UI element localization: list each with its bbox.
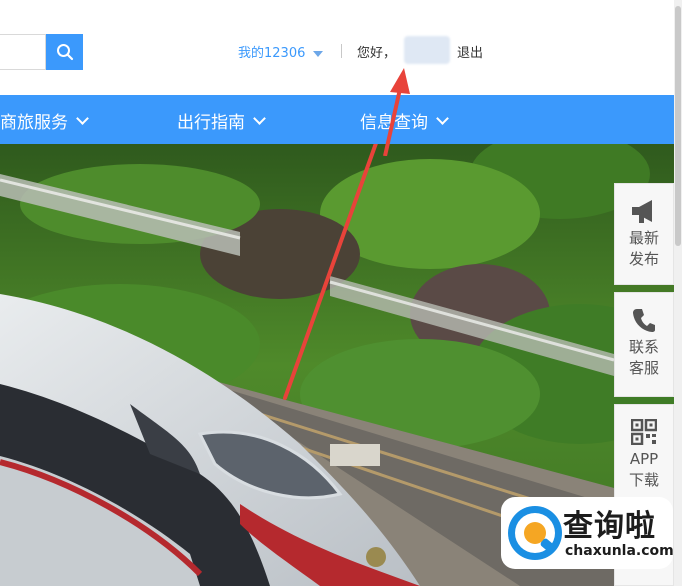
sidebar-news-line2: 发布 [628, 250, 659, 268]
sidebar-news-line1: 最新 [628, 229, 659, 247]
sidebar-app-line1: APP [629, 450, 659, 468]
chevron-down-icon [313, 50, 324, 57]
watermark-title: 查询啦 [563, 509, 656, 544]
greeting-text: 您好， [357, 46, 397, 61]
nav-item-label: 出行指南 [177, 113, 245, 133]
search-icon [56, 44, 73, 61]
search-button[interactable] [46, 34, 83, 70]
qr-code-icon [631, 419, 657, 445]
nav-item-business-travel[interactable]: 商旅服务 [0, 108, 89, 133]
annotation-arrow-head [383, 68, 410, 156]
watermark: 查询啦 chaxunla.com [501, 497, 674, 569]
chaxunla-logo-icon [508, 506, 562, 560]
sidebar-item-contact[interactable]: 联系 客服 [614, 292, 674, 397]
my-account-label: 我的12306 [238, 46, 306, 61]
nav-item-travel-guide[interactable]: 出行指南 [177, 108, 266, 133]
sidebar-app-line2: 下载 [628, 471, 659, 489]
search-input[interactable] [0, 34, 46, 70]
logout-link[interactable]: 退出 [457, 42, 483, 61]
main-nav: 商旅服务 出行指南 信息查询 [0, 95, 674, 144]
sidebar-contact-line2: 客服 [628, 359, 659, 377]
chevron-down-icon [253, 111, 266, 125]
sidebar-contact-line1: 联系 [628, 338, 659, 356]
megaphone-icon [632, 200, 652, 223]
nav-item-label: 商旅服务 [0, 113, 68, 133]
username-redacted [404, 36, 450, 64]
chevron-down-icon [436, 111, 449, 125]
scrollbar-thumb[interactable] [675, 6, 681, 246]
my-account-menu[interactable]: 我的12306 [238, 42, 324, 61]
phone-icon [633, 309, 655, 332]
divider [341, 44, 342, 58]
watermark-url: chaxunla.com [565, 543, 674, 559]
top-header: 我的12306 您好， 退出 [0, 0, 682, 95]
chevron-down-icon [76, 111, 89, 125]
sidebar-item-news[interactable]: 最新 发布 [614, 183, 674, 285]
